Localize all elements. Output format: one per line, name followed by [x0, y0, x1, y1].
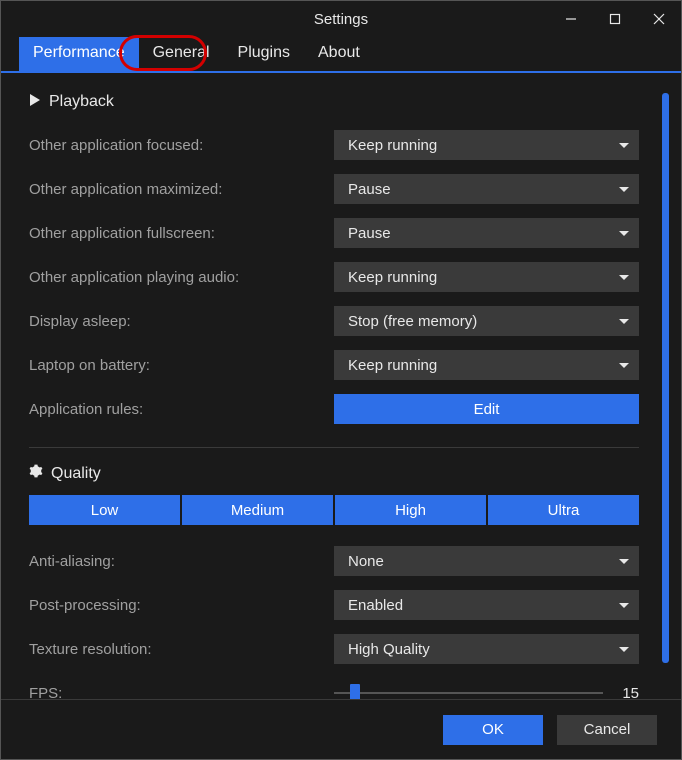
section-quality-header: Quality [29, 464, 639, 483]
select-app-focused-value: Keep running [348, 137, 437, 154]
quality-presets: Low Medium High Ultra [29, 495, 639, 525]
slider-track [334, 692, 603, 694]
play-icon [29, 93, 41, 111]
row-display-asleep: Display asleep: Stop (free memory) [29, 299, 639, 343]
gear-icon [29, 464, 43, 483]
tab-about[interactable]: About [304, 37, 374, 71]
label-display-asleep: Display asleep: [29, 313, 334, 330]
select-anti-aliasing[interactable]: None [334, 546, 639, 576]
scrollbar[interactable] [662, 93, 669, 663]
chevron-down-icon [619, 143, 629, 148]
preset-high[interactable]: High [335, 495, 486, 525]
fps-slider[interactable] [334, 684, 603, 699]
chevron-down-icon [619, 187, 629, 192]
select-anti-aliasing-value: None [348, 553, 384, 570]
select-texture-resolution[interactable]: High Quality [334, 634, 639, 664]
tab-general[interactable]: General [139, 37, 224, 71]
dialog-footer: OK Cancel [1, 699, 681, 759]
label-fps: FPS: [29, 685, 334, 700]
select-display-asleep-value: Stop (free memory) [348, 313, 477, 330]
row-anti-aliasing: Anti-aliasing: None [29, 539, 639, 583]
label-app-audio: Other application playing audio: [29, 269, 334, 286]
select-app-audio-value: Keep running [348, 269, 437, 286]
label-app-rules: Application rules: [29, 401, 334, 418]
row-app-audio: Other application playing audio: Keep ru… [29, 255, 639, 299]
chevron-down-icon [619, 363, 629, 368]
row-app-fullscreen: Other application fullscreen: Pause [29, 211, 639, 255]
chevron-down-icon [619, 603, 629, 608]
chevron-down-icon [619, 559, 629, 564]
select-app-fullscreen[interactable]: Pause [334, 218, 639, 248]
preset-ultra[interactable]: Ultra [488, 495, 639, 525]
select-app-focused[interactable]: Keep running [334, 130, 639, 160]
chevron-down-icon [619, 647, 629, 652]
section-playback-title: Playback [49, 93, 114, 111]
select-app-audio[interactable]: Keep running [334, 262, 639, 292]
select-app-fullscreen-value: Pause [348, 225, 391, 242]
select-app-maximized-value: Pause [348, 181, 391, 198]
label-app-fullscreen: Other application fullscreen: [29, 225, 334, 242]
row-app-rules: Application rules: Edit [29, 387, 639, 431]
select-laptop-battery[interactable]: Keep running [334, 350, 639, 380]
tab-plugins[interactable]: Plugins [224, 37, 304, 71]
row-laptop-battery: Laptop on battery: Keep running [29, 343, 639, 387]
chevron-down-icon [619, 319, 629, 324]
label-post-processing: Post-processing: [29, 597, 334, 614]
row-app-focused: Other application focused: Keep running [29, 123, 639, 167]
label-app-maximized: Other application maximized: [29, 181, 334, 198]
divider [29, 447, 639, 448]
label-laptop-battery: Laptop on battery: [29, 357, 334, 374]
nav-tabs: Performance General Plugins About [1, 37, 681, 73]
scroll-area: Playback Other application focused: Keep… [29, 93, 653, 699]
window-controls [549, 1, 681, 37]
cancel-button[interactable]: Cancel [557, 715, 657, 745]
select-post-processing-value: Enabled [348, 597, 403, 614]
preset-low[interactable]: Low [29, 495, 180, 525]
select-display-asleep[interactable]: Stop (free memory) [334, 306, 639, 336]
settings-window: Settings Performance General Plugins Abo… [0, 0, 682, 760]
select-laptop-battery-value: Keep running [348, 357, 437, 374]
edit-button[interactable]: Edit [334, 394, 639, 424]
row-texture-resolution: Texture resolution: High Quality [29, 627, 639, 671]
label-texture-resolution: Texture resolution: [29, 641, 334, 658]
chevron-down-icon [619, 231, 629, 236]
fps-value: 15 [615, 685, 639, 700]
label-anti-aliasing: Anti-aliasing: [29, 553, 334, 570]
ok-button[interactable]: OK [443, 715, 543, 745]
content-area: Playback Other application focused: Keep… [1, 73, 681, 699]
section-playback-header: Playback [29, 93, 639, 111]
row-app-maximized: Other application maximized: Pause [29, 167, 639, 211]
preset-medium[interactable]: Medium [182, 495, 333, 525]
select-app-maximized[interactable]: Pause [334, 174, 639, 204]
tab-performance[interactable]: Performance [19, 37, 139, 71]
section-quality-title: Quality [51, 465, 101, 483]
select-texture-resolution-value: High Quality [348, 641, 430, 658]
label-app-focused: Other application focused: [29, 137, 334, 154]
minimize-icon[interactable] [549, 1, 593, 37]
row-post-processing: Post-processing: Enabled [29, 583, 639, 627]
row-fps: FPS: 15 [29, 671, 639, 699]
maximize-icon[interactable] [593, 1, 637, 37]
slider-thumb[interactable] [350, 684, 360, 699]
close-icon[interactable] [637, 1, 681, 37]
titlebar: Settings [1, 1, 681, 37]
select-post-processing[interactable]: Enabled [334, 590, 639, 620]
window-title: Settings [314, 11, 368, 28]
chevron-down-icon [619, 275, 629, 280]
